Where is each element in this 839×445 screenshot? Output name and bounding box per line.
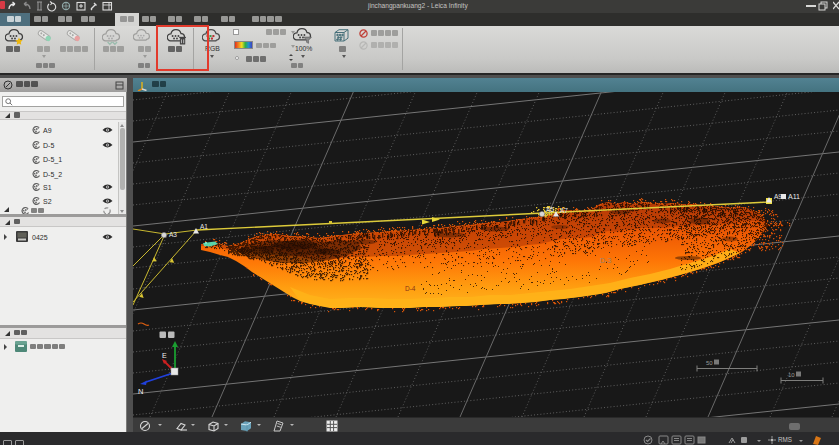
svg-text:D-3: D-3 bbox=[600, 257, 611, 264]
svg-text:N: N bbox=[138, 387, 143, 396]
svg-text:50: 50 bbox=[706, 360, 713, 366]
svg-text:A11: A11 bbox=[788, 193, 800, 200]
svg-text:A1: A1 bbox=[200, 223, 208, 230]
svg-text:D-4: D-4 bbox=[405, 285, 416, 292]
svg-text:A5: A5 bbox=[546, 206, 554, 213]
svg-text:E: E bbox=[162, 352, 167, 359]
svg-text:A3: A3 bbox=[169, 231, 177, 238]
svg-text:10: 10 bbox=[788, 372, 795, 378]
svg-text:A7: A7 bbox=[560, 207, 568, 214]
